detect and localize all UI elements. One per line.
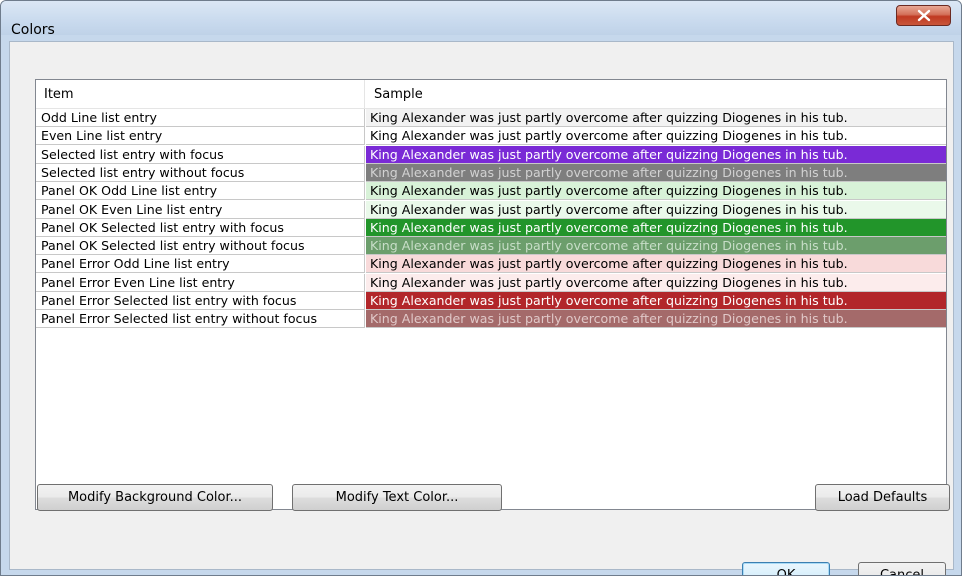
column-header-item[interactable]: Item	[36, 80, 365, 108]
list-row[interactable]: Selected list entry with focus King Alexa…	[36, 145, 946, 164]
list-item-sample: King Alexander was just partly overcome …	[366, 163, 946, 182]
modify-text-color-button[interactable]: Modify Text Color...	[292, 484, 502, 511]
list-row[interactable]: Panel OK Selected list entry without foc…	[36, 237, 946, 256]
load-defaults-button[interactable]: Load Defaults	[815, 484, 950, 511]
list-item-sample: King Alexander was just partly overcome …	[366, 255, 946, 274]
list-item-sample: King Alexander was just partly overcome …	[366, 292, 946, 310]
color-list[interactable]: Item Sample Odd Line list entry King Alex…	[35, 79, 947, 510]
list-row[interactable]: Panel OK Odd Line list entry King Alexand…	[36, 182, 946, 201]
list-item-sample: King Alexander was just partly overcome …	[366, 218, 946, 237]
list-row[interactable]: Panel Error Even Line list entry King Ale…	[36, 273, 946, 292]
list-item-sample: King Alexander was just partly overcome …	[366, 109, 946, 127]
list-item-sample: King Alexander was just partly overcome …	[366, 237, 946, 256]
cancel-button[interactable]: Cancel	[858, 562, 946, 575]
close-button[interactable]	[896, 5, 951, 26]
list-item-sample: King Alexander was just partly overcome …	[366, 182, 946, 201]
list-row[interactable]: Selected list entry without focus King Al…	[36, 163, 946, 182]
list-item-label: Panel Error Selected list entry without …	[36, 310, 365, 329]
list-header: Item Sample	[36, 80, 946, 109]
list-item-sample: King Alexander was just partly overcome …	[366, 310, 946, 329]
list-item-sample: King Alexander was just partly overcome …	[366, 200, 946, 219]
list-row[interactable]: Panel Error Selected list entry without …	[36, 310, 946, 329]
list-row[interactable]: Even Line list entry King Alexander was j…	[36, 127, 946, 146]
dialog-client-area: Item Sample Odd Line list entry King Alex…	[9, 41, 954, 575]
list-item-label: Panel OK Selected list entry without foc…	[36, 237, 365, 256]
list-item-label: Selected list entry without focus	[36, 163, 365, 182]
list-item-sample: King Alexander was just partly overcome …	[366, 273, 946, 292]
list-item-label: Panel OK Even Line list entry	[36, 200, 365, 219]
colors-dialog: Colors Item Sample Odd Line list entry Ki…	[0, 0, 962, 576]
list-row[interactable]: Odd Line list entry King Alexander was ju…	[36, 109, 946, 127]
column-header-sample[interactable]: Sample	[366, 80, 946, 108]
list-item-label: Panel Error Selected list entry with foc…	[36, 292, 365, 310]
ok-button[interactable]: OK	[742, 562, 830, 575]
list-item-label: Panel Error Odd Line list entry	[36, 255, 365, 274]
window-title: Colors	[11, 22, 55, 38]
list-row[interactable]: Panel OK Even Line list entry King Alexan…	[36, 200, 946, 219]
list-item-label: Panel OK Odd Line list entry	[36, 182, 365, 201]
list-item-label: Even Line list entry	[36, 127, 365, 146]
title-bar[interactable]: Colors	[1, 1, 961, 38]
list-item-label: Selected list entry with focus	[36, 145, 365, 164]
list-item-label: Odd Line list entry	[36, 109, 365, 127]
list-row[interactable]: Panel Error Selected list entry with foc…	[36, 292, 946, 310]
list-item-sample: King Alexander was just partly overcome …	[366, 127, 946, 146]
close-x-icon	[917, 9, 931, 22]
list-item-label: Panel OK Selected list entry with focus	[36, 218, 365, 237]
list-item-sample: King Alexander was just partly overcome …	[366, 145, 946, 164]
modify-background-color-button[interactable]: Modify Background Color...	[37, 484, 273, 511]
list-row[interactable]: Panel Error Odd Line list entry King Alex…	[36, 255, 946, 274]
list-item-label: Panel Error Even Line list entry	[36, 273, 365, 292]
list-row[interactable]: Panel OK Selected list entry with focus K…	[36, 218, 946, 237]
